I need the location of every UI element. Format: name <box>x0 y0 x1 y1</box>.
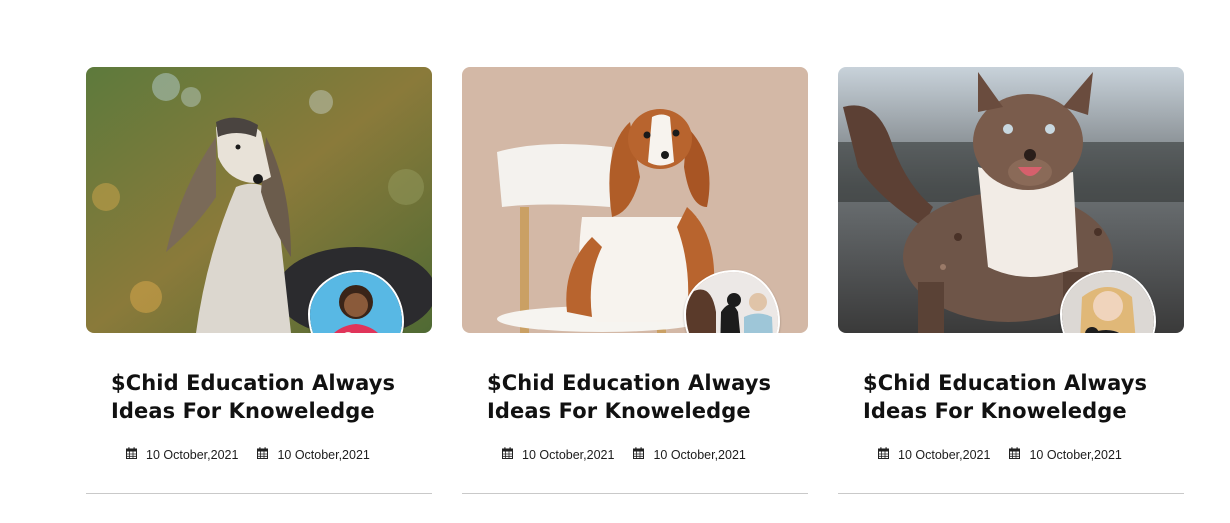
saluki-dog-photo[interactable] <box>86 67 432 333</box>
calendar-icon <box>878 447 889 462</box>
blog-card[interactable]: $Chid Education Always Ideas For Knowele… <box>86 67 432 494</box>
post-title[interactable]: $Chid Education Always Ideas For Knowele… <box>487 369 797 425</box>
calendar-icon <box>257 447 269 462</box>
date-item: 10 October,2021 <box>126 447 238 462</box>
calendar-icon <box>1009 447 1021 462</box>
date-item: 10 October,2021 <box>257 447 370 462</box>
card-divider <box>838 493 1184 494</box>
card-divider <box>462 493 808 494</box>
post-meta: 10 October,2021 10 October,2021 <box>878 447 1184 462</box>
date-item: 10 October,2021 <box>633 447 746 462</box>
calendar-icon <box>633 447 645 462</box>
blog-card[interactable]: $Chid Education Always Ideas For Knowele… <box>462 67 808 494</box>
spaniel-on-chair-photo[interactable] <box>462 67 808 333</box>
post-meta: 10 October,2021 10 October,2021 <box>126 447 432 462</box>
post-date: 10 October,2021 <box>653 447 746 462</box>
date-item: 10 October,2021 <box>1009 447 1122 462</box>
card-divider <box>86 493 432 494</box>
post-date: 10 October,2021 <box>146 447 239 462</box>
post-date: 10 October,2021 <box>898 447 991 462</box>
blog-card[interactable]: $Chid Education Always Ideas For Knowele… <box>838 67 1184 494</box>
running-dog-photo[interactable] <box>838 67 1184 333</box>
date-item: 10 October,2021 <box>502 447 614 462</box>
post-date: 10 October,2021 <box>277 447 370 462</box>
blog-cards: $Chid Education Always Ideas For Knowele… <box>86 67 1184 494</box>
post-title[interactable]: $Chid Education Always Ideas For Knowele… <box>111 369 421 425</box>
post-title[interactable]: $Chid Education Always Ideas For Knowele… <box>863 369 1173 425</box>
calendar-icon <box>126 447 137 462</box>
post-date: 10 October,2021 <box>1029 447 1122 462</box>
calendar-icon <box>502 447 513 462</box>
post-date: 10 October,2021 <box>522 447 615 462</box>
date-item: 10 October,2021 <box>878 447 990 462</box>
post-meta: 10 October,2021 10 October,2021 <box>502 447 808 462</box>
